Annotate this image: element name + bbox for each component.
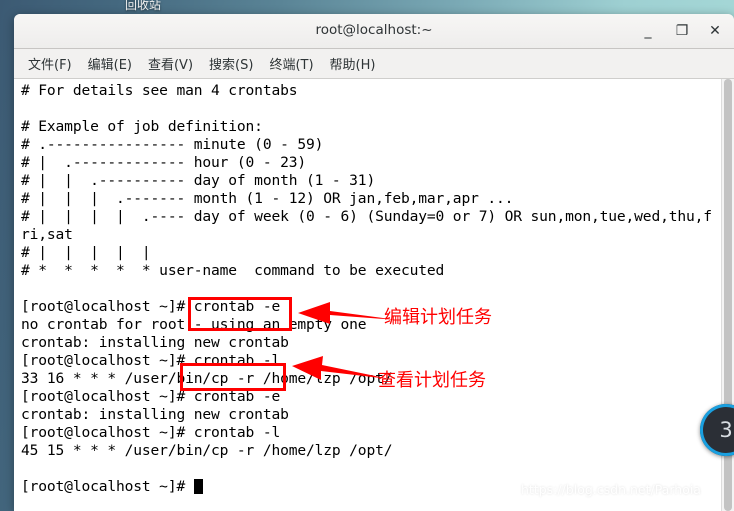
window-title: root@localhost:~: [315, 22, 433, 38]
desktop-background: 回收站 root@localhost:~ _ ❐ ✕ 文件(F) 编辑(E) 查…: [0, 0, 734, 511]
close-button[interactable]: ✕: [706, 22, 724, 40]
desktop-icon-recycle-bin-label: 回收站: [124, 0, 161, 12]
window-titlebar[interactable]: root@localhost:~ _ ❐ ✕: [14, 14, 734, 49]
menu-item-edit[interactable]: 编辑(E): [80, 52, 140, 75]
menu-item-search[interactable]: 搜索(S): [201, 52, 261, 75]
menu-bar: 文件(F) 编辑(E) 查看(V) 搜索(S) 终端(T) 帮助(H): [14, 49, 734, 79]
terminal-window: root@localhost:~ _ ❐ ✕ 文件(F) 编辑(E) 查看(V)…: [14, 14, 734, 511]
terminal-output[interactable]: # For details see man 4 crontabs # Examp…: [14, 79, 722, 511]
minimize-button[interactable]: _: [639, 22, 657, 40]
menu-item-terminal[interactable]: 终端(T): [261, 52, 321, 75]
maximize-button[interactable]: ❐: [673, 22, 691, 40]
terminal-body[interactable]: # For details see man 4 crontabs # Examp…: [14, 79, 734, 511]
menu-item-view[interactable]: 查看(V): [140, 52, 201, 75]
menu-item-help[interactable]: 帮助(H): [322, 52, 384, 75]
terminal-cursor: [193, 479, 203, 494]
menu-item-file[interactable]: 文件(F): [20, 52, 80, 75]
